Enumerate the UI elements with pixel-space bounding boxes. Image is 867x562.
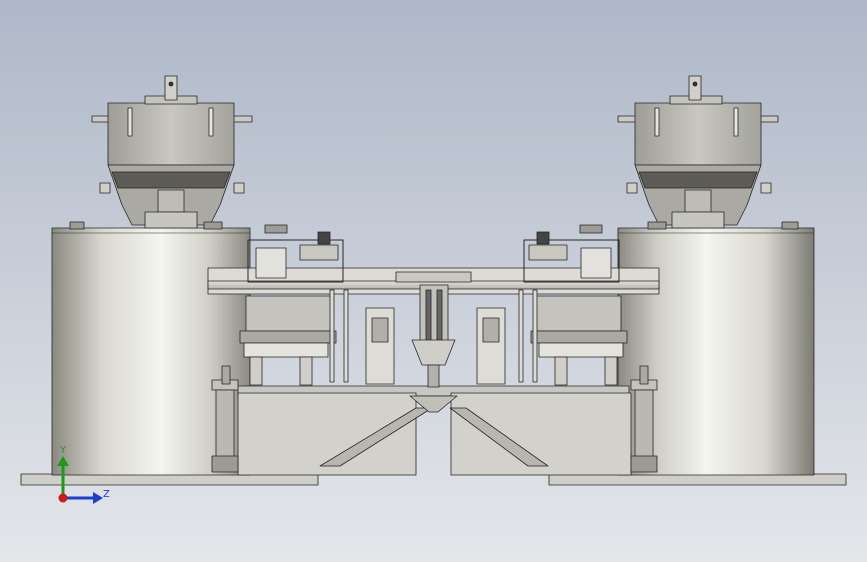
left-base-plate xyxy=(20,473,319,486)
x-axis-dot xyxy=(58,493,68,503)
cad-assembly-front-view: Y Z xyxy=(0,0,867,562)
z-axis-label: Z xyxy=(103,489,110,500)
y-axis-label: Y xyxy=(59,445,67,456)
right-column xyxy=(630,365,658,473)
cad-viewport[interactable]: Y Z xyxy=(0,0,867,562)
right-base-plate xyxy=(548,473,847,486)
left-column xyxy=(211,365,239,473)
